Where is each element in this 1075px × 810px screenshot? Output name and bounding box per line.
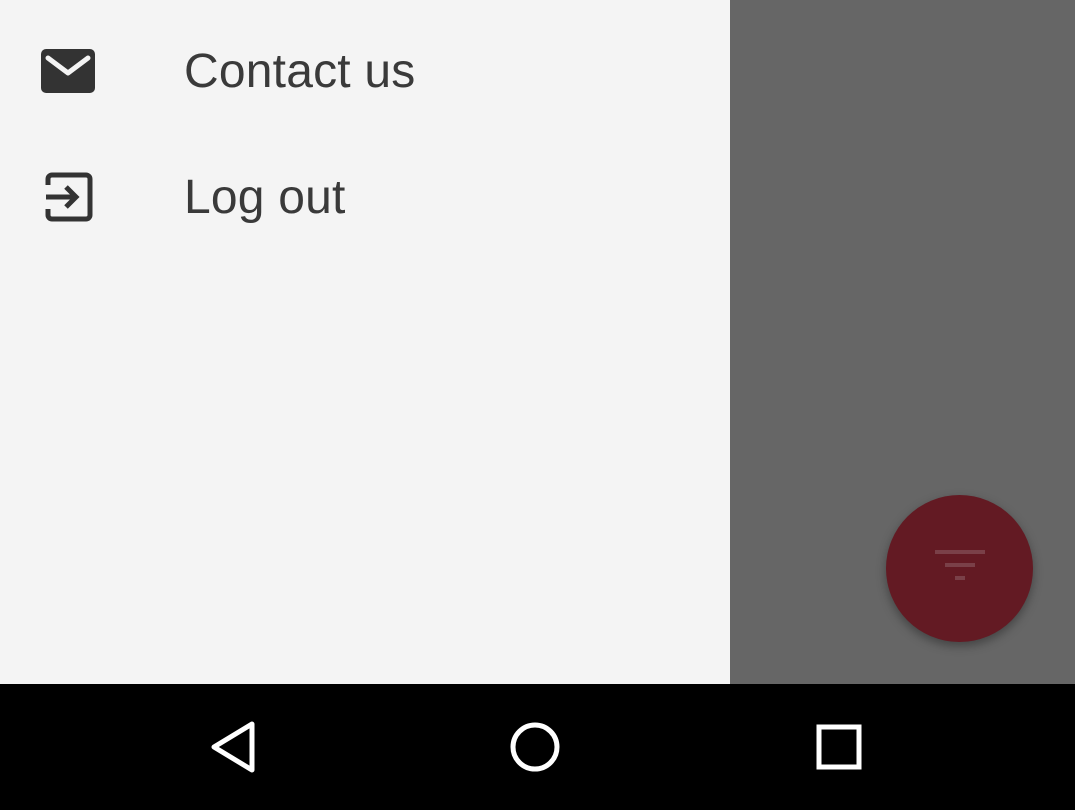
drawer-item-log-out[interactable]: Log out [0,134,730,260]
drawer-item-contact-us[interactable]: Contact us [0,8,730,134]
home-button[interactable] [500,714,570,784]
mail-icon [40,43,96,99]
back-button[interactable] [198,714,268,784]
recents-square-icon [815,723,863,776]
back-triangle-icon [208,720,258,779]
drawer-item-label: Contact us [184,44,416,98]
exit-icon [40,169,96,225]
app-screen: Contact us Log out [0,0,1075,684]
system-navigation-bar [0,684,1075,810]
home-circle-icon [508,720,562,779]
recents-button[interactable] [804,714,874,784]
drawer-item-label: Log out [184,170,346,224]
navigation-drawer: Contact us Log out [0,0,730,684]
filter-fab-button[interactable] [886,495,1033,642]
filter-icon [934,548,985,589]
